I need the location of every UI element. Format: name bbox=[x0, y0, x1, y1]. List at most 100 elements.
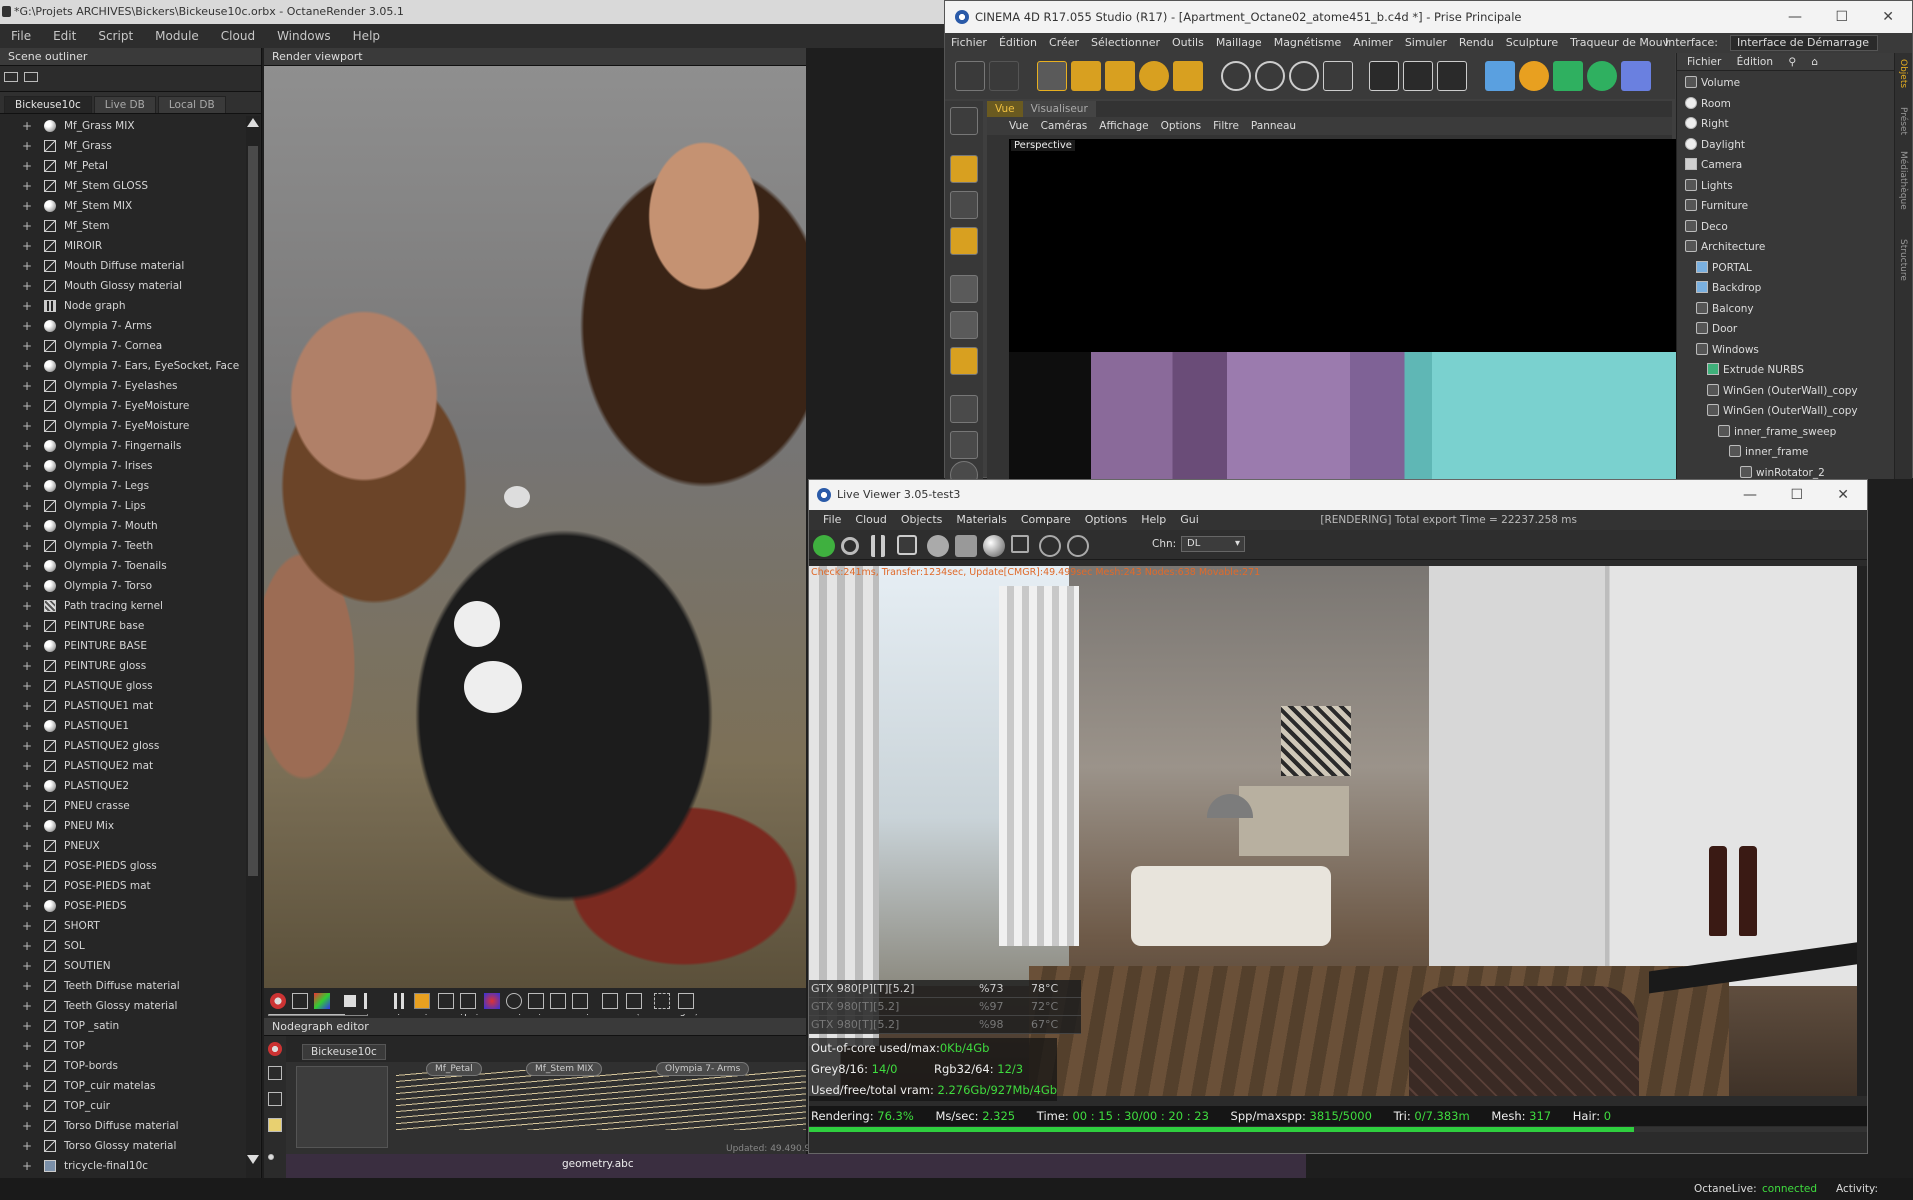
pick-focus-icon[interactable] bbox=[1039, 535, 1061, 557]
object-row[interactable]: Volume bbox=[1685, 73, 1740, 93]
minimize-icon[interactable]: — bbox=[1743, 480, 1757, 510]
polygons-mode-icon[interactable] bbox=[950, 347, 978, 375]
make-editable-icon[interactable] bbox=[950, 107, 978, 135]
lv-menu-compare[interactable]: Compare bbox=[1014, 510, 1078, 530]
expand-plus-icon[interactable]: + bbox=[22, 696, 32, 716]
object-row[interactable]: inner_frame_sweep bbox=[1718, 422, 1836, 442]
gpu-row[interactable]: GTX 980[T][5.2] %97 72°C bbox=[809, 998, 1081, 1016]
stop-icon[interactable] bbox=[344, 995, 356, 1007]
y-axis-icon[interactable] bbox=[1255, 61, 1285, 91]
objmgr-menu-edition[interactable]: Édition bbox=[1737, 56, 1773, 68]
expand-plus-icon[interactable]: + bbox=[22, 796, 32, 816]
nodegraph-tab[interactable]: Bickeuse10c bbox=[302, 1044, 386, 1060]
scene-item[interactable]: + Mf_Grass MIX bbox=[0, 116, 246, 136]
menu-script[interactable]: Script bbox=[87, 24, 144, 48]
scene-item[interactable]: + Olympia 7- Torso bbox=[0, 576, 246, 596]
nodegraph-minimap[interactable] bbox=[296, 1066, 388, 1148]
object-row[interactable]: Camera bbox=[1685, 155, 1742, 175]
tab-scene[interactable]: Bickeuse10c bbox=[4, 96, 92, 113]
render-view-icon[interactable] bbox=[1369, 61, 1399, 91]
expand-plus-icon[interactable]: + bbox=[22, 1096, 32, 1116]
c4d-menu-item[interactable]: Fichier bbox=[945, 33, 993, 53]
side-tab-objets[interactable]: Objets bbox=[1898, 59, 1908, 88]
pick-focus-icon[interactable] bbox=[528, 993, 544, 1009]
expand-plus-icon[interactable]: + bbox=[22, 1156, 32, 1176]
object-row[interactable]: Lights bbox=[1685, 176, 1733, 196]
expand-plus-icon[interactable]: + bbox=[22, 496, 32, 516]
texture-mode-icon[interactable] bbox=[950, 191, 978, 219]
perspective-view[interactable]: Perspective bbox=[1009, 139, 1691, 479]
scene-item[interactable]: + Mouth Diffuse material bbox=[0, 256, 246, 276]
view-menu-item[interactable]: Affichage bbox=[1093, 117, 1154, 135]
menu-windows[interactable]: Windows bbox=[266, 24, 342, 48]
recenter-icon[interactable] bbox=[292, 993, 308, 1009]
expand-plus-icon[interactable]: + bbox=[22, 416, 32, 436]
scene-item[interactable]: + Mouth Glossy material bbox=[0, 276, 246, 296]
object-row[interactable]: inner_frame bbox=[1729, 442, 1808, 462]
pause-icon[interactable] bbox=[394, 993, 404, 1009]
deformer-icon[interactable] bbox=[1621, 61, 1651, 91]
view-menu-item[interactable]: Caméras bbox=[1035, 117, 1094, 135]
expand-plus-icon[interactable]: + bbox=[22, 716, 32, 736]
scene-item[interactable]: + Torso Glossy material bbox=[0, 1136, 246, 1156]
c4d-menu-item[interactable]: Rendu bbox=[1453, 33, 1500, 53]
cloner-icon[interactable] bbox=[1587, 61, 1617, 91]
pick-object-icon[interactable] bbox=[506, 993, 522, 1009]
viewport-resolution-icon[interactable] bbox=[626, 993, 642, 1009]
render-settings-icon[interactable] bbox=[1437, 61, 1467, 91]
z-axis-icon[interactable] bbox=[1289, 61, 1319, 91]
scene-item[interactable]: + POSE-PIEDS mat bbox=[0, 876, 246, 896]
scene-item[interactable]: + Mf_Grass bbox=[0, 136, 246, 156]
scroll-down-arrow-icon[interactable] bbox=[247, 1155, 259, 1164]
render-region-icon[interactable] bbox=[438, 993, 454, 1009]
decal-icon[interactable] bbox=[678, 993, 694, 1009]
render-picture-viewer-icon[interactable] bbox=[1403, 61, 1433, 91]
object-row[interactable]: Daylight bbox=[1685, 135, 1745, 155]
lv-menu-options[interactable]: Options bbox=[1078, 510, 1134, 530]
node-geometry-abc[interactable]: geometry.abc bbox=[562, 1158, 634, 1170]
expand-plus-icon[interactable]: + bbox=[22, 176, 32, 196]
refresh-icon[interactable] bbox=[841, 537, 859, 555]
expand-plus-icon[interactable]: + bbox=[22, 956, 32, 976]
scene-item[interactable]: + SOL bbox=[0, 936, 246, 956]
expand-plus-icon[interactable]: + bbox=[22, 436, 32, 456]
coordinate-system-icon[interactable] bbox=[1323, 61, 1353, 91]
scene-item[interactable]: + Olympia 7- Toenails bbox=[0, 556, 246, 576]
pause-icon[interactable] bbox=[871, 535, 885, 557]
expand-plus-icon[interactable]: + bbox=[22, 1016, 32, 1036]
scene-item[interactable]: + Mf_Stem MIX bbox=[0, 196, 246, 216]
scene-item[interactable]: + Olympia 7- Legs bbox=[0, 476, 246, 496]
scene-item[interactable]: + Olympia 7- Arms bbox=[0, 316, 246, 336]
scene-item[interactable]: + SOUTIEN bbox=[0, 956, 246, 976]
lock-viewport-icon[interactable] bbox=[654, 993, 670, 1009]
points-mode-icon[interactable] bbox=[950, 275, 978, 303]
settings-gear-icon[interactable] bbox=[927, 535, 949, 557]
objmgr-menu-fichier[interactable]: Fichier bbox=[1687, 56, 1721, 68]
menu-help[interactable]: Help bbox=[342, 24, 391, 48]
scene-item[interactable]: + Mf_Stem bbox=[0, 216, 246, 236]
scene-item[interactable]: + Teeth Diffuse material bbox=[0, 976, 246, 996]
object-row[interactable]: WinGen (OuterWall)_copy bbox=[1707, 401, 1858, 421]
expand-plus-icon[interactable]: + bbox=[22, 596, 32, 616]
tweak-mode-icon[interactable] bbox=[950, 431, 978, 459]
expand-plus-icon[interactable]: + bbox=[22, 736, 32, 756]
scene-item[interactable]: + PLASTIQUE1 bbox=[0, 716, 246, 736]
c4d-menu-item[interactable]: Simuler bbox=[1399, 33, 1453, 53]
view-menu-item[interactable]: Filtre bbox=[1207, 117, 1245, 135]
region-render-icon[interactable] bbox=[897, 535, 917, 555]
material-ball-icon[interactable] bbox=[983, 535, 1005, 557]
object-row[interactable]: Backdrop bbox=[1696, 278, 1761, 298]
expand-plus-icon[interactable]: + bbox=[22, 876, 32, 896]
node-olympia-arms[interactable]: Olympia 7- Arms bbox=[656, 1062, 750, 1076]
expand-plus-icon[interactable]: + bbox=[22, 356, 32, 376]
expand-plus-icon[interactable]: + bbox=[22, 336, 32, 356]
select-tool-icon[interactable] bbox=[1037, 61, 1067, 91]
x-axis-icon[interactable] bbox=[1221, 61, 1251, 91]
gpu-row[interactable]: GTX 980[P][T][5.2] %73 78°C bbox=[809, 980, 1081, 998]
scroll-up-arrow-icon[interactable] bbox=[247, 118, 259, 127]
search-icon[interactable]: ⚲ bbox=[1788, 56, 1796, 68]
home-icon[interactable]: ⌂ bbox=[1811, 56, 1818, 68]
scene-item[interactable]: + PLASTIQUE2 mat bbox=[0, 756, 246, 776]
object-row[interactable]: Room bbox=[1685, 94, 1731, 114]
scene-item[interactable]: + TOP_cuir mateIas bbox=[0, 1076, 246, 1096]
